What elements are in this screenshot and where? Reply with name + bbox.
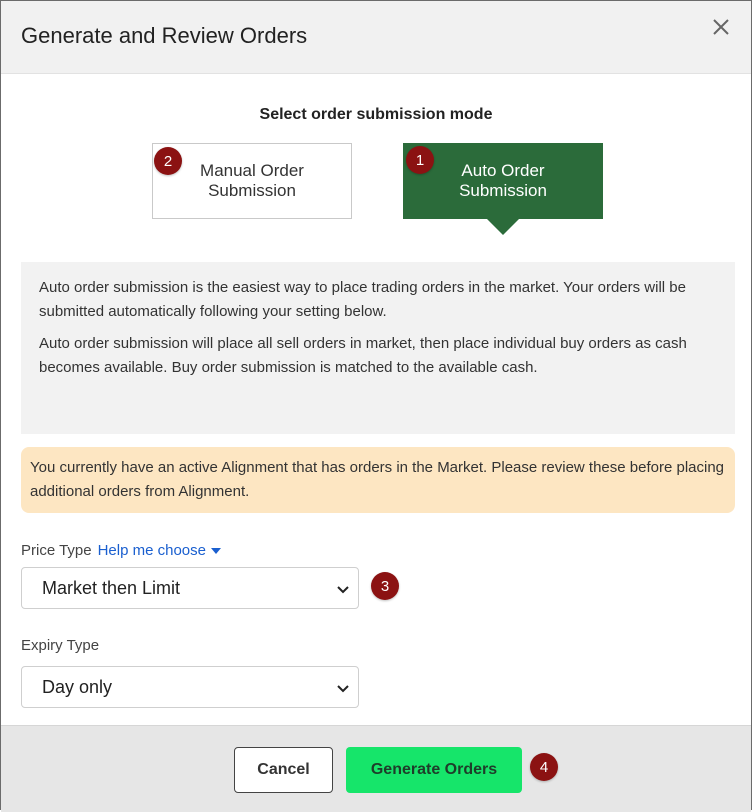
- cancel-button[interactable]: Cancel: [234, 747, 333, 793]
- help-me-choose-link[interactable]: Help me choose: [98, 542, 221, 559]
- active-alignment-warning: You currently have an active Alignment t…: [21, 447, 735, 513]
- info-paragraph-2: Auto order submission will place all sel…: [39, 335, 687, 376]
- expiry-type-select[interactable]: Day only: [21, 666, 359, 708]
- dialog-header: Generate and Review Orders: [1, 1, 751, 74]
- selected-pointer: [487, 219, 519, 235]
- caret-down-icon: [211, 548, 221, 555]
- close-icon[interactable]: [709, 15, 733, 39]
- price-type-select[interactable]: Market then Limit: [21, 567, 359, 609]
- info-paragraph-1: Auto order submission is the easiest way…: [39, 279, 686, 320]
- expiry-type-value: Day only: [42, 676, 113, 697]
- chevron-down-icon: [337, 586, 349, 594]
- dialog-title: Generate and Review Orders: [21, 23, 308, 48]
- step-badge: 3: [371, 572, 399, 600]
- price-type-value: Market then Limit: [42, 577, 181, 598]
- auto-mode-info-box: Auto order submission is the easiest way…: [21, 262, 735, 434]
- dialog-footer: Cancel Generate Orders 4: [1, 725, 751, 812]
- price-type-label: Price Type: [21, 542, 92, 559]
- mode-heading: Select order submission mode: [259, 106, 493, 123]
- step-badge: 4: [530, 753, 558, 781]
- step-badge: 2: [154, 147, 182, 175]
- price-type-label-row: Price Type Help me choose: [21, 542, 221, 559]
- generate-orders-dialog: Generate and Review Orders Select order …: [0, 0, 752, 812]
- manual-order-submission-button[interactable]: Manual Order Submission: [152, 143, 352, 219]
- help-me-choose-text: Help me choose: [97, 542, 206, 559]
- manual-order-submission-label: Manual Order Submission: [200, 161, 304, 200]
- chevron-down-icon: [337, 685, 349, 693]
- step-badge: 1: [406, 146, 434, 174]
- expiry-type-label: Expiry Type: [21, 637, 100, 654]
- auto-order-submission-label: Auto Order Submission: [459, 161, 547, 200]
- generate-orders-button[interactable]: Generate Orders: [346, 747, 522, 793]
